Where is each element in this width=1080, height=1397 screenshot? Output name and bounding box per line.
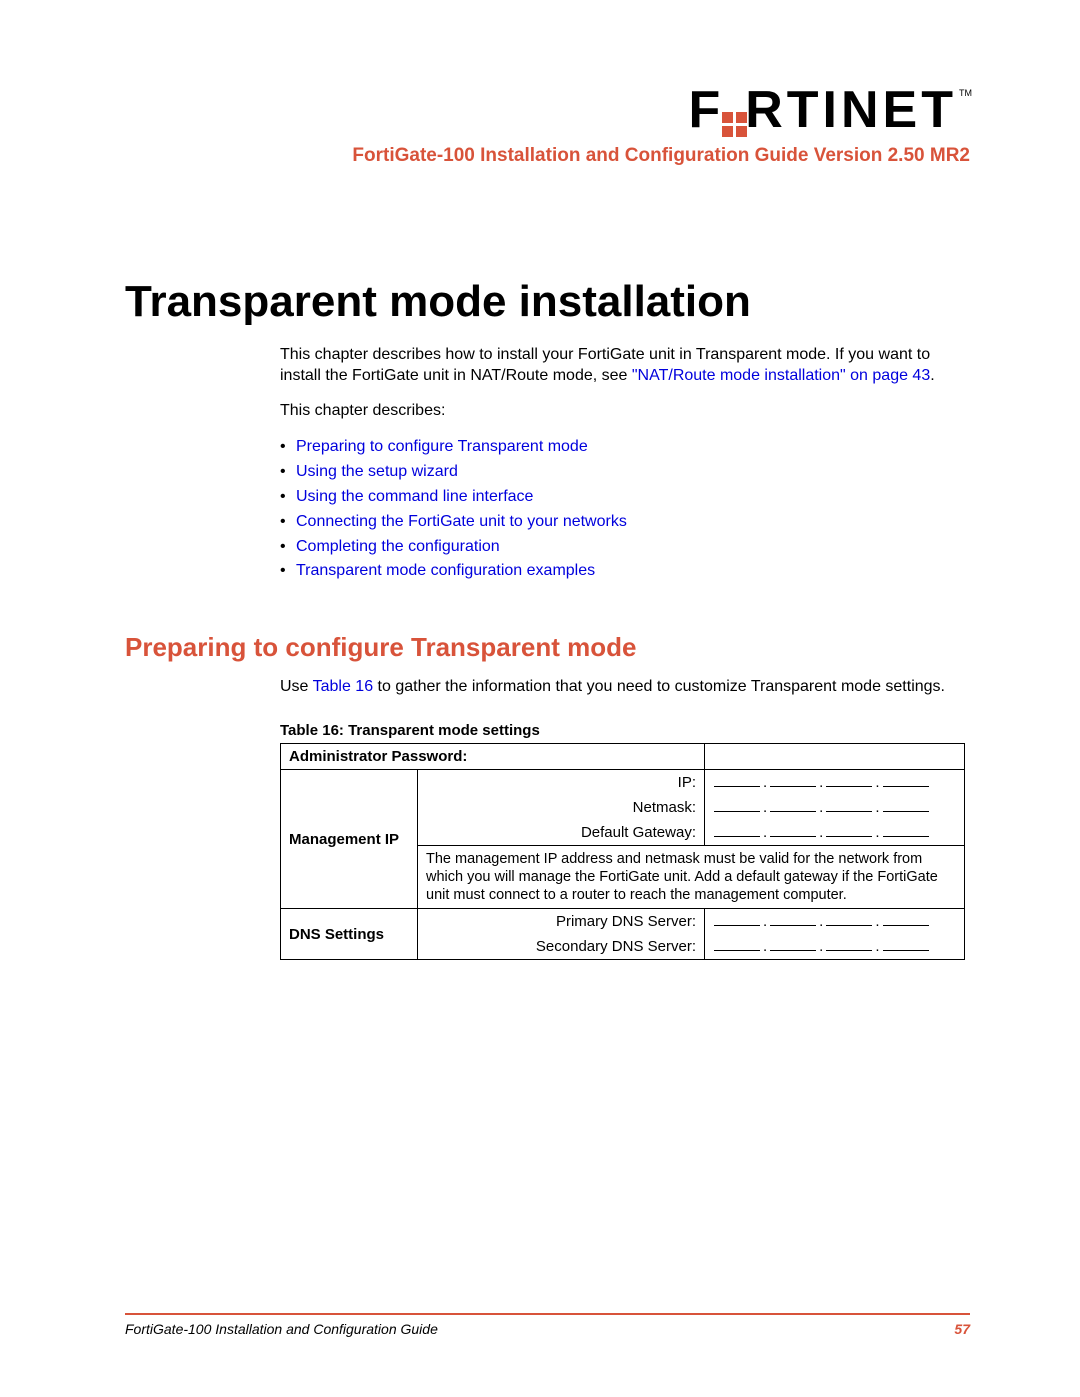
default-gateway-value: ...: [705, 820, 965, 846]
section-heading: Preparing to configure Transparent mode: [125, 632, 970, 663]
describes-label: This chapter describes:: [280, 401, 970, 422]
settings-table: Administrator Password: Management IP IP…: [280, 743, 965, 960]
netmask-value: ...: [705, 795, 965, 820]
footer-title: FortiGate-100 Installation and Configura…: [125, 1321, 438, 1337]
admin-password-label: Administrator Password:: [281, 743, 705, 769]
default-gateway-label: Default Gateway:: [418, 820, 705, 846]
toc-link-preparing[interactable]: Preparing to configure Transparent mode: [296, 438, 588, 455]
toc-link-cli[interactable]: Using the command line interface: [296, 488, 533, 505]
table-row: Management IP IP: ...: [281, 769, 965, 795]
intro-text-b: .: [930, 367, 934, 384]
chapter-toc: •Preparing to configure Transparent mode…: [280, 435, 970, 584]
management-ip-label: Management IP: [281, 769, 418, 908]
toc-item: •Preparing to configure Transparent mode: [280, 435, 970, 460]
toc-link-completing[interactable]: Completing the configuration: [296, 538, 500, 555]
table-caption: Table 16: Transparent mode settings: [280, 722, 970, 739]
logo-text-right: RTINET: [745, 81, 957, 139]
section-intro: Use Table 16 to gather the information t…: [280, 677, 970, 698]
secondary-dns-value: ...: [705, 934, 965, 960]
toc-link-setup-wizard[interactable]: Using the setup wizard: [296, 463, 458, 480]
page-number: 57: [954, 1321, 970, 1337]
page-footer: FortiGate-100 Installation and Configura…: [125, 1313, 970, 1337]
primary-dns-label: Primary DNS Server:: [418, 909, 705, 935]
nat-route-link[interactable]: "NAT/Route mode installation" on page 43: [632, 367, 930, 384]
admin-password-value: [705, 743, 965, 769]
dns-settings-label: DNS Settings: [281, 909, 418, 960]
intro-paragraph: This chapter describes how to install yo…: [280, 345, 970, 387]
secondary-dns-label: Secondary DNS Server:: [418, 934, 705, 960]
toc-item: •Completing the configuration: [280, 535, 970, 560]
primary-dns-value: ...: [705, 909, 965, 935]
table-row: Administrator Password:: [281, 743, 965, 769]
toc-link-connecting[interactable]: Connecting the FortiGate unit to your ne…: [296, 513, 627, 530]
toc-item: •Using the command line interface: [280, 485, 970, 510]
trademark-symbol: TM: [959, 88, 972, 98]
use-text-a: Use: [280, 678, 313, 695]
header: F RTINETTM FortiGate-100 Installation and…: [125, 80, 970, 167]
document-subtitle: FortiGate-100 Installation and Configura…: [125, 145, 970, 167]
toc-item: •Using the setup wizard: [280, 460, 970, 485]
ip-value: ...: [705, 769, 965, 795]
logo-text-left: F: [688, 81, 724, 139]
toc-item: •Connecting the FortiGate unit to your n…: [280, 510, 970, 535]
management-ip-note: The management IP address and netmask mu…: [418, 845, 965, 908]
logo-dots-icon: [722, 114, 747, 141]
chapter-title: Transparent mode installation: [125, 277, 970, 327]
document-page: F RTINETTM FortiGate-100 Installation and…: [0, 0, 1080, 1397]
table-row: DNS Settings Primary DNS Server: ...: [281, 909, 965, 935]
toc-link-examples[interactable]: Transparent mode configuration examples: [296, 562, 595, 579]
table-16-link[interactable]: Table 16: [313, 678, 374, 695]
netmask-label: Netmask:: [418, 795, 705, 820]
ip-label: IP:: [418, 769, 705, 795]
footer-rule: [125, 1313, 970, 1315]
use-text-b: to gather the information that you need …: [373, 678, 945, 695]
toc-item: •Transparent mode configuration examples: [280, 559, 970, 584]
fortinet-logo: F RTINETTM: [688, 80, 970, 141]
